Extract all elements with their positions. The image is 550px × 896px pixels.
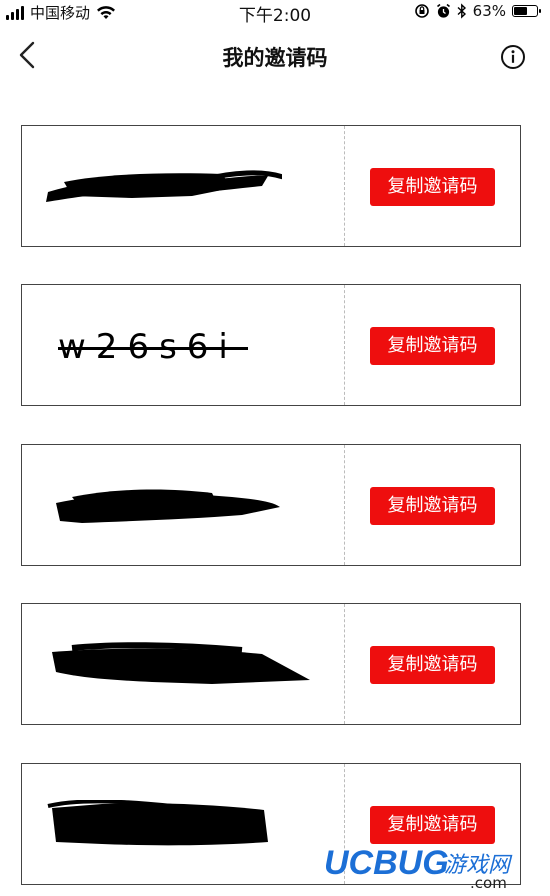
page-title: 我的邀请码 [222, 46, 328, 70]
card-divider [344, 445, 345, 565]
copy-invite-code-button[interactable]: 复制邀请码 [370, 806, 495, 844]
invite-code: w26s6i [42, 321, 282, 369]
copy-invite-code-button[interactable]: 复制邀请码 [370, 646, 495, 684]
battery-fill [514, 7, 528, 15]
card-divider [344, 285, 345, 405]
battery-percent: 63% [472, 2, 506, 20]
svg-text:UCBUG: UCBUG [324, 844, 449, 882]
redaction-scribble [52, 642, 310, 684]
redacted-code [42, 162, 282, 210]
bluetooth-icon [457, 3, 466, 19]
redacted-code [42, 640, 310, 688]
redacted-code [42, 800, 282, 848]
redacted-code [42, 481, 282, 529]
battery-icon [512, 5, 541, 17]
info-icon[interactable] [500, 44, 526, 70]
nav-bar: 我的邀请码 [0, 24, 550, 88]
ucbug-watermark-logo: UCBUG 游戏网 .com [322, 842, 542, 892]
status-bar: 中国移动 下午2:00 63% [0, 0, 550, 26]
invite-card: 复制邀请码 [21, 603, 521, 725]
code-strikethrough [58, 347, 248, 350]
svg-text:.com: .com [470, 874, 507, 890]
invite-card: 复制邀请码 [21, 444, 521, 566]
redaction-scribble [47, 800, 268, 846]
invite-card: 复制邀请码 [21, 125, 521, 247]
card-divider [344, 126, 345, 246]
redaction-scribble [46, 170, 282, 202]
redaction-scribble [56, 489, 280, 523]
invite-card: w26s6i 复制邀请码 [21, 284, 521, 406]
copy-invite-code-button[interactable]: 复制邀请码 [370, 327, 495, 365]
card-divider [344, 604, 345, 724]
copy-invite-code-button[interactable]: 复制邀请码 [370, 487, 495, 525]
orientation-lock-icon [414, 4, 429, 18]
alarm-icon [436, 3, 450, 18]
status-right: 63% [414, 2, 541, 20]
copy-invite-code-button[interactable]: 复制邀请码 [370, 168, 495, 206]
watermark-graphic: UCBUG 游戏网 .com [324, 844, 513, 892]
